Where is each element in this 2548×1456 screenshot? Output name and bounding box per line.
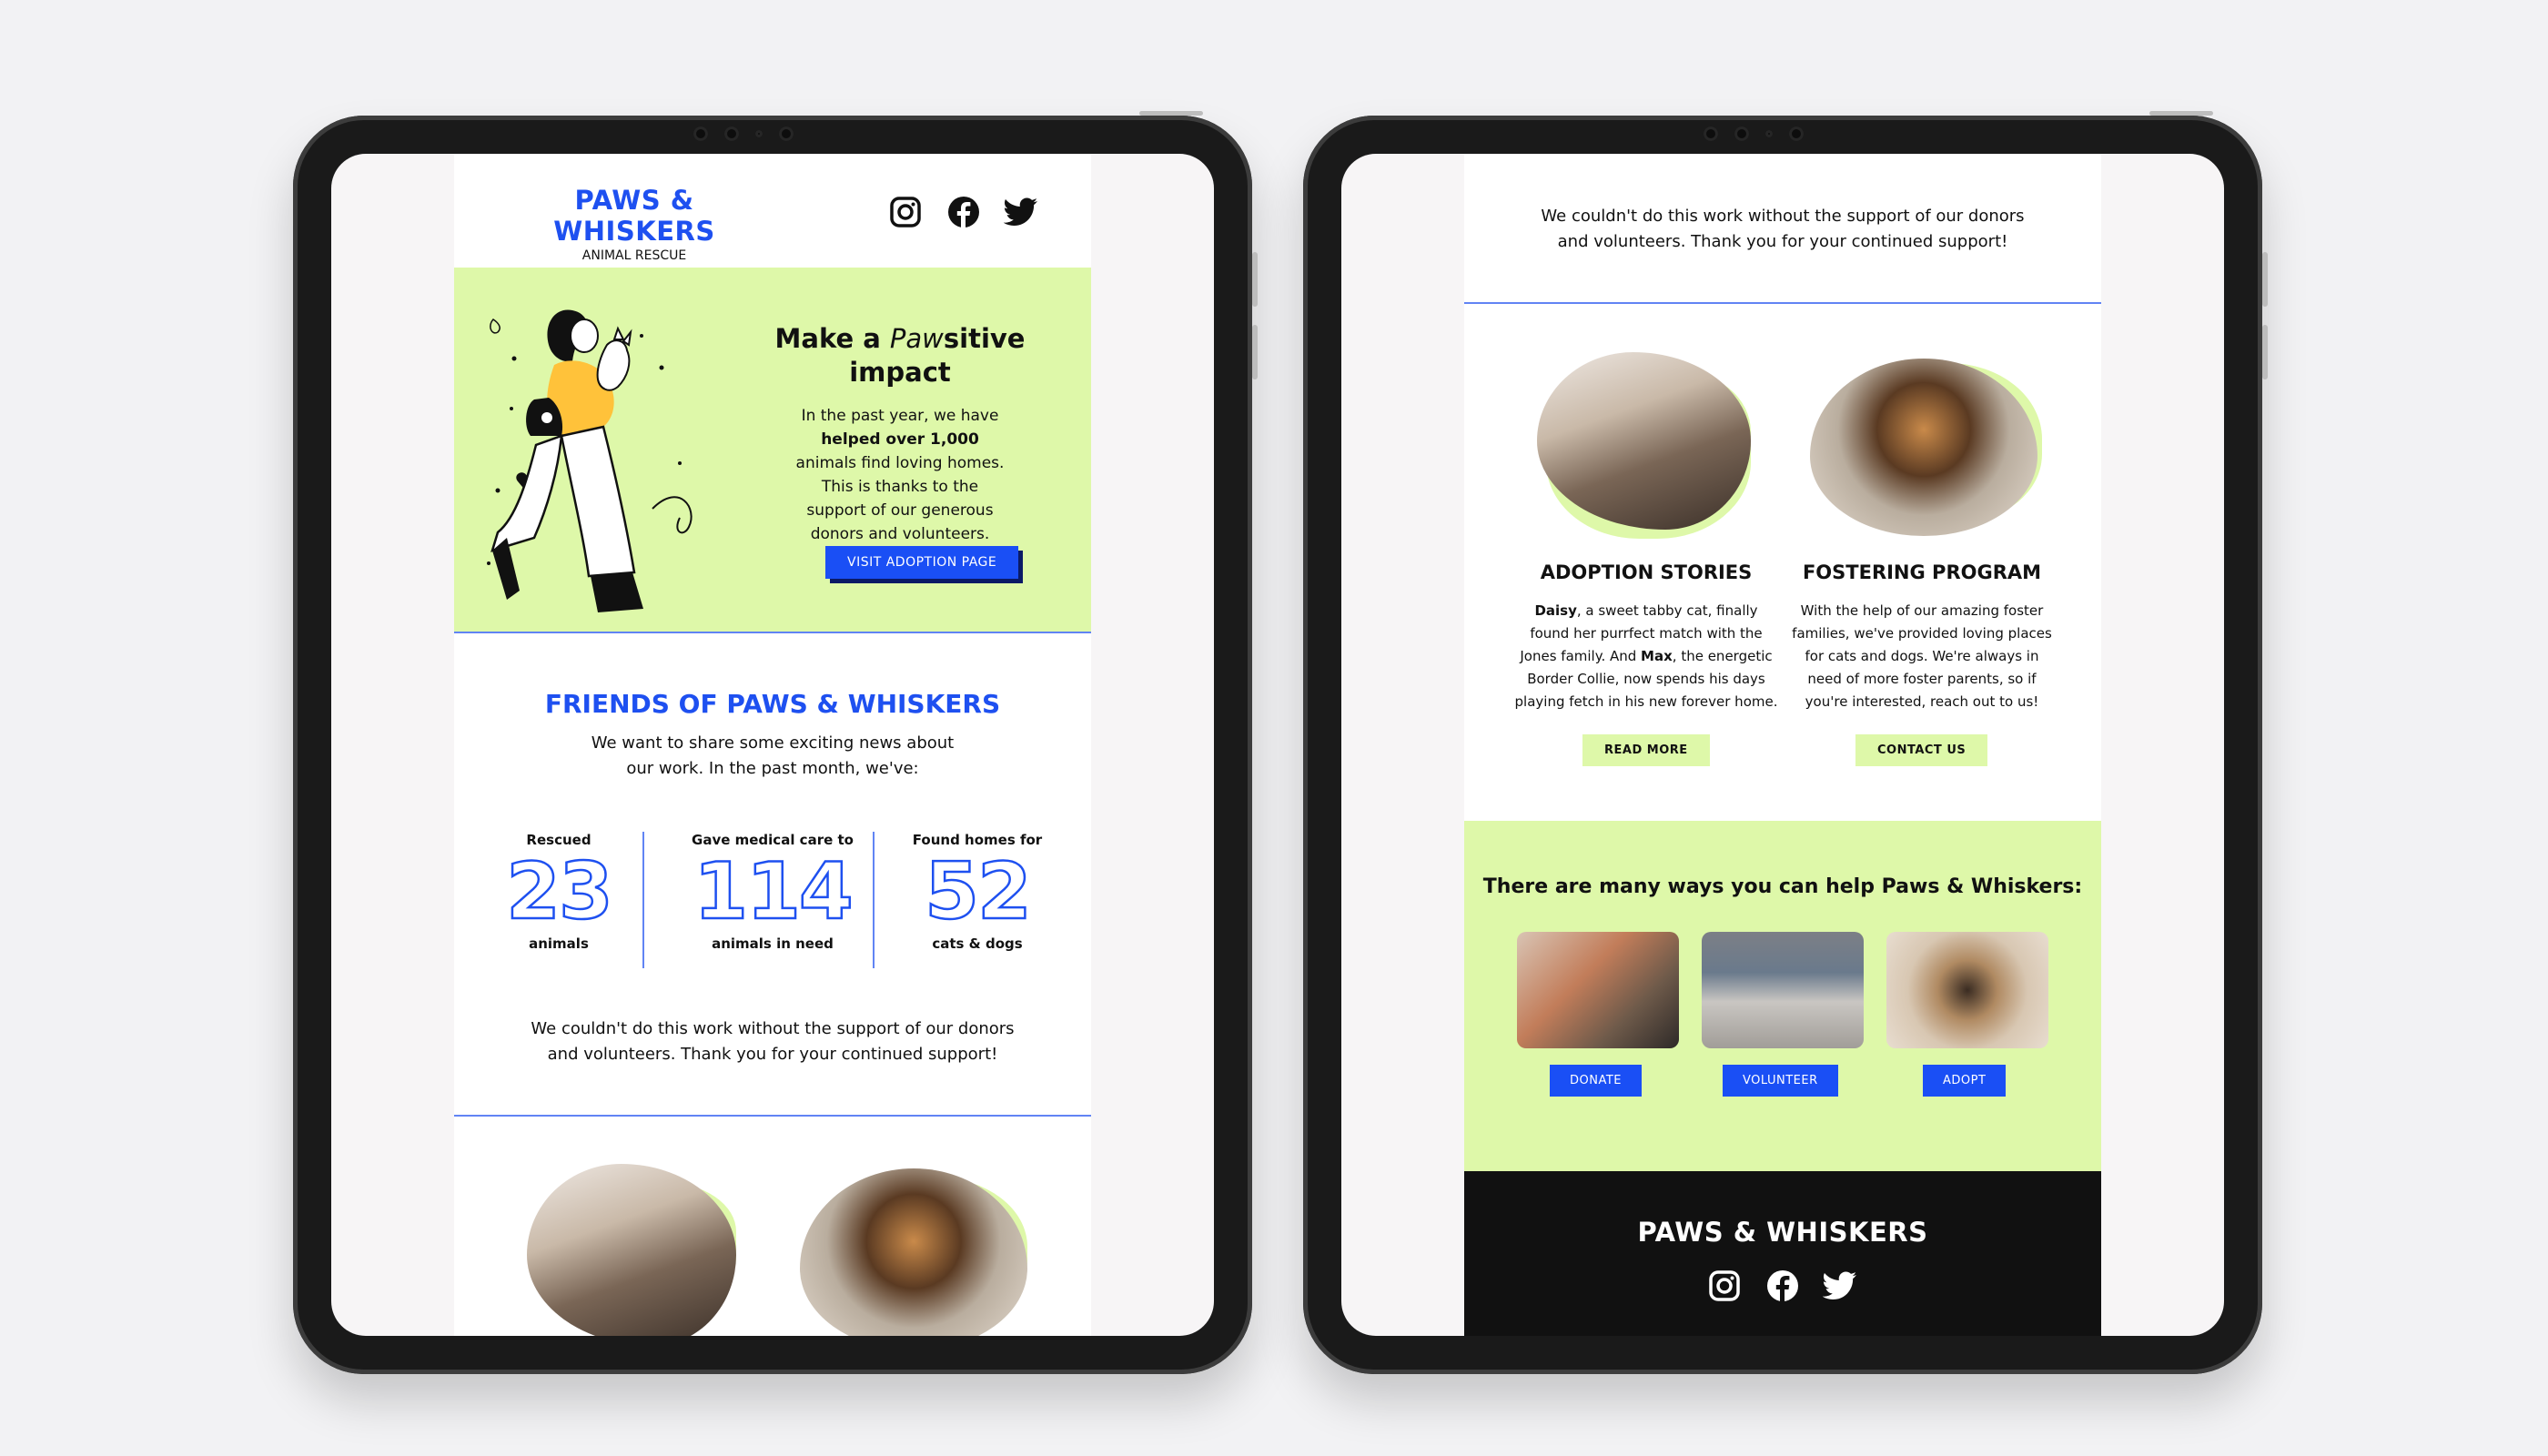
thanks-divider	[454, 1115, 1091, 1117]
friends-intro: We want to share some exciting news abou…	[591, 733, 955, 778]
email-header: PAWS & WHISKERS ANIMAL RESCUE	[454, 154, 1091, 268]
instagram-icon[interactable]	[889, 196, 922, 228]
twitter-icon[interactable]	[1004, 197, 1038, 227]
hero-body-text: In the past year, we have	[801, 407, 999, 425]
thanks-text: We couldn't do this work without the sup…	[1541, 207, 2025, 251]
fostering-program-card: FOSTERING PROGRAM With the help of our a…	[1790, 561, 2054, 713]
stat-unit: animals	[529, 935, 589, 952]
stat-divider	[642, 832, 644, 968]
story-name: Max	[1641, 648, 1673, 664]
volunteer-button[interactable]: VOLUNTEER	[1723, 1065, 1838, 1097]
tablet-side-button	[2262, 325, 2268, 379]
tablet-right: We couldn't do this work without the sup…	[1303, 111, 2268, 1374]
twitter-icon[interactable]	[1823, 1271, 1857, 1300]
stats-row: Rescued 23 animals Gave medical care to …	[454, 832, 1091, 968]
hero-title-pre: Make a	[774, 323, 890, 354]
tablet-camera	[693, 126, 794, 141]
adopt-photo	[1886, 932, 2048, 1048]
stat-value: 52	[924, 846, 1033, 937]
donate-button[interactable]: DONATE	[1550, 1065, 1643, 1097]
brand-tagline: ANIMAL RESCUE	[581, 248, 687, 263]
tablet-top-button	[1139, 111, 1203, 116]
friends-title: FRIENDS OF PAWS & WHISKERS	[544, 689, 1001, 719]
story-name: Daisy	[1534, 602, 1577, 619]
adopt-button[interactable]: ADOPT	[1923, 1065, 2007, 1097]
facebook-icon[interactable]	[1766, 1269, 1799, 1302]
thanks-divider	[1464, 302, 2101, 304]
adoption-stories-card: ADOPTION STORIES Daisy, a sweet tabby ca…	[1514, 561, 1778, 713]
tablet-camera	[1704, 126, 1804, 141]
hero-title-italic: Paw	[889, 323, 944, 354]
email-page: PAWS & WHISKERS ANIMAL RESCUE Make a Paw…	[454, 154, 1091, 1336]
stat-value: 114	[693, 846, 854, 937]
tablet-screen: PAWS & WHISKERS ANIMAL RESCUE Make a Paw…	[331, 154, 1214, 1336]
cat-photo-blob	[1537, 352, 1755, 539]
hero-title: Make a Pawsitive impact	[763, 322, 1036, 389]
hero-body-text-end: animals find loving homes. This is thank…	[795, 454, 1005, 543]
email-page-scrolled: We couldn't do this work without the sup…	[1464, 154, 2101, 1336]
stat-value: 23	[505, 846, 614, 937]
brand-name: PAWS & WHISKERS	[553, 185, 715, 247]
brand-logo[interactable]: PAWS & WHISKERS ANIMAL RESCUE	[507, 185, 762, 263]
adoption-stories-title: ADOPTION STORIES	[1540, 561, 1753, 583]
tablet-side-button	[1252, 252, 1258, 307]
hero-section: Make a Pawsitive impact In the past year…	[454, 268, 1091, 632]
footer-brand[interactable]: PAWS & WHISKERS	[1464, 1217, 2101, 1248]
hero-body-highlight: helped over 1,000	[821, 430, 979, 449]
stat-divider	[873, 832, 875, 968]
stat-homes-found: Found homes for 52 cats & dogs	[877, 832, 1077, 952]
hero-title-line2: impact	[849, 357, 951, 388]
tablet-left: PAWS & WHISKERS ANIMAL RESCUE Make a Paw…	[293, 111, 1258, 1374]
tablet-top-button	[2149, 111, 2213, 116]
dog-photo-blob	[1810, 359, 2047, 541]
woman-holding-cat-illustration	[487, 309, 693, 612]
cat-photo-blob	[527, 1164, 745, 1336]
tablet-screen: We couldn't do this work without the sup…	[1341, 154, 2224, 1336]
facebook-icon[interactable]	[947, 196, 980, 228]
read-more-button[interactable]: READ MORE	[1582, 734, 1710, 766]
help-section: There are many ways you can help Paws & …	[1464, 821, 2101, 1171]
dog-photo-blob	[800, 1168, 1036, 1336]
hero-divider	[454, 632, 1091, 633]
tablet-side-button	[1252, 325, 1258, 379]
stat-unit: cats & dogs	[932, 935, 1023, 952]
email-footer: PAWS & WHISKERS	[1464, 1171, 2101, 1336]
stat-rescued: Rescued 23 animals	[459, 832, 659, 952]
thanks-text: We couldn't do this work without the sup…	[531, 1019, 1015, 1064]
help-title: There are many ways you can help Paws & …	[1482, 875, 2083, 898]
stat-unit: animals in need	[712, 935, 834, 952]
hero-title-post: sitive	[943, 323, 1026, 354]
instagram-icon[interactable]	[1708, 1269, 1741, 1302]
fostering-program-text: With the help of our amazing foster fami…	[1792, 602, 2052, 710]
contact-us-button[interactable]: CONTACT US	[1855, 734, 1988, 766]
cat-photo	[527, 1164, 736, 1336]
stat-medical-care: Gave medical care to 114 animals in need	[668, 832, 877, 952]
fostering-program-title: FOSTERING PROGRAM	[1802, 561, 2042, 583]
donate-photo	[1517, 932, 1679, 1048]
adoption-stories-text: Daisy, a sweet tabby cat, finally found …	[1514, 600, 1778, 713]
hero-body: In the past year, we have helped over 1,…	[791, 404, 1009, 546]
volunteer-photo	[1702, 932, 1864, 1048]
visit-adoption-button[interactable]: VISIT ADOPTION PAGE	[825, 546, 1019, 579]
tablet-side-button	[2262, 252, 2268, 307]
